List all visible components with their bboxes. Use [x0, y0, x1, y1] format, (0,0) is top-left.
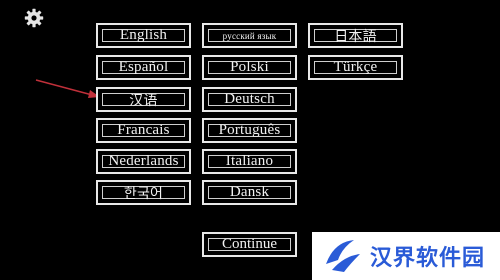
language-button-portuguese[interactable]: Português — [202, 118, 297, 143]
watermark-logo-icon — [326, 240, 360, 272]
language-button-spanish[interactable]: Español — [96, 55, 191, 80]
language-button-french[interactable]: Francais — [96, 118, 191, 143]
watermark: 汉界软件园 — [312, 232, 500, 280]
language-button-chinese[interactable]: 汉语 — [96, 87, 191, 112]
continue-button[interactable]: Continue — [202, 232, 297, 257]
watermark-text: 汉界软件园 — [370, 246, 486, 271]
language-button-german[interactable]: Deutsch — [202, 87, 297, 112]
language-button-turkish[interactable]: Türkçe — [308, 55, 403, 80]
language-button-italian[interactable]: Italiano — [202, 149, 297, 174]
gear-icon — [24, 8, 44, 28]
language-button-japanese[interactable]: 日本語 — [308, 23, 403, 48]
language-button-dutch[interactable]: Nederlands — [96, 149, 191, 174]
language-button-danish[interactable]: Dansk — [202, 180, 297, 205]
language-button-english[interactable]: English — [96, 23, 191, 48]
language-button-korean[interactable]: 한국어 — [96, 180, 191, 205]
language-button-russian[interactable]: русский язык — [202, 23, 297, 48]
language-button-polish[interactable]: Polski — [202, 55, 297, 80]
settings-button[interactable] — [24, 8, 44, 28]
language-select-screen: English Español 汉语 Francais Nederlands 한… — [0, 0, 500, 280]
